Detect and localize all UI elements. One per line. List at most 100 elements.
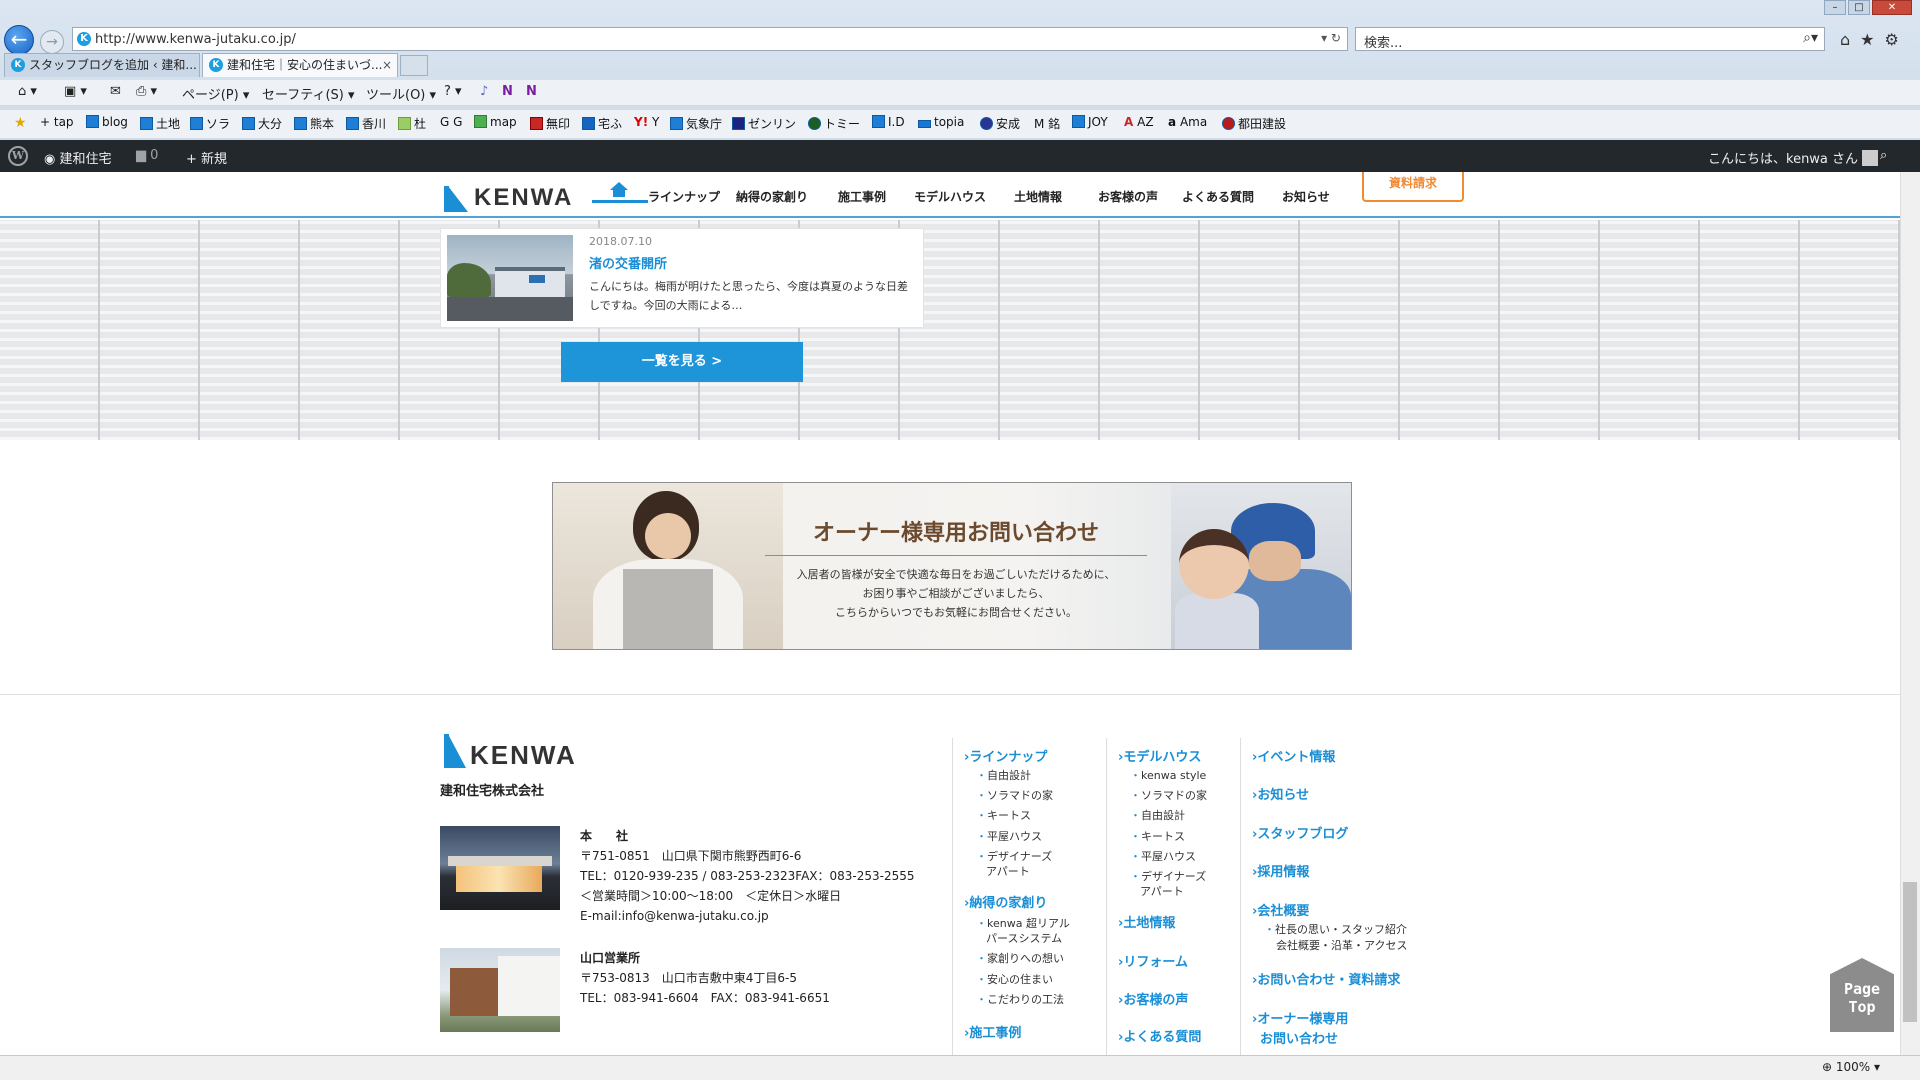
owner-contact-banner[interactable]: オーナー様専用お問い合わせ 入居者の皆様が安全で快適な毎日をお過ごしいただけるた… [552, 482, 1352, 650]
nav-news[interactable]: お知らせ [1282, 188, 1330, 205]
new-tab-button[interactable] [400, 55, 428, 76]
tab-close-icon[interactable]: × [382, 54, 392, 76]
onenote-send-icon[interactable]: N [526, 84, 537, 99]
footer-sublink[interactable]: ソラマドの家 [986, 788, 1053, 803]
refresh-icon[interactable]: ▾ ↻ [1321, 31, 1341, 45]
footer-sublink[interactable]: 平屋ハウス [1140, 849, 1196, 864]
footer-link-events[interactable]: ›イベント情報 [1252, 746, 1335, 765]
footer-link-works[interactable]: ›施工事例 [964, 1022, 1021, 1041]
footer-sublink-cont[interactable]: アパート [1140, 884, 1184, 899]
favorite-link[interactable]: 宅ふ [582, 115, 622, 132]
footer-sublink[interactable]: 自由設計 [986, 768, 1031, 783]
favorite-link[interactable]: 気象庁 [670, 115, 722, 132]
vertical-scrollbar[interactable] [1900, 172, 1920, 1055]
footer-link-owner-contact-cont[interactable]: お問い合わせ [1260, 1028, 1338, 1047]
nav-voice[interactable]: お客様の声 [1098, 188, 1158, 205]
page-top-button[interactable]: Page Top [1830, 958, 1894, 1032]
footer-link-lineup[interactable]: ›ラインナップ [964, 746, 1047, 765]
favorite-link[interactable]: 土地 [140, 115, 180, 132]
footer-sublink[interactable]: kenwa style [1140, 768, 1206, 783]
search-box[interactable]: 検索... ⌕▾ [1355, 27, 1825, 51]
home-icon[interactable]: ⌂ [1840, 30, 1850, 49]
footer-sublink[interactable]: キートス [986, 808, 1031, 823]
scrollbar-thumb[interactable] [1903, 882, 1917, 1022]
mail-icon[interactable]: ✉ [110, 84, 121, 99]
page-menu[interactable]: ページ(P) ▾ [182, 84, 249, 103]
zoom-control[interactable]: ⊕ 100% ▾ [1822, 1060, 1880, 1074]
favorite-link[interactable]: 安成 [980, 115, 1020, 132]
footer-link-owner-contact[interactable]: ›オーナー様専用 [1252, 1008, 1348, 1027]
footer-sublink-cont[interactable]: 会社概要・沿革・アクセス [1276, 938, 1407, 953]
nav-land[interactable]: 土地情報 [1014, 188, 1062, 205]
blog-title[interactable]: 渚の交番開所 [589, 253, 667, 272]
tab-kenwa-home[interactable]: K 建和住宅｜安心の住まいづ... × [202, 53, 398, 77]
nav-works[interactable]: 施工事例 [838, 188, 886, 205]
blog-thumbnail[interactable] [447, 235, 573, 321]
search-icon[interactable]: ⌕▾ [1803, 30, 1818, 46]
back-button[interactable]: ← [4, 25, 34, 55]
blog-card[interactable]: 2018.07.10 渚の交番開所 こんにちは。梅雨が明けたと思ったら、今度は真… [440, 228, 924, 328]
footer-link-faq[interactable]: ›よくある質問 [1118, 1026, 1201, 1045]
favorites-star-icon[interactable]: ★ [14, 115, 27, 131]
favorite-link[interactable]: Y! Y [634, 115, 659, 129]
footer-sublink[interactable]: 自由設計 [1140, 808, 1185, 823]
print-icon[interactable]: ⎙ ▾ [136, 84, 157, 99]
nav-housebuilding[interactable]: 納得の家創り [736, 188, 808, 205]
favorite-link[interactable]: 無印 [530, 115, 570, 132]
favorite-link[interactable]: JOY [1072, 115, 1108, 129]
favorite-link[interactable]: 香川 [346, 115, 386, 132]
tools-menu[interactable]: ツール(O) ▾ [366, 84, 436, 103]
footer-link-news[interactable]: ›お知らせ [1252, 784, 1309, 803]
footer-sublink[interactable]: 安心の住まい [986, 972, 1053, 987]
footer-logo[interactable]: KENWA [440, 734, 577, 768]
page-top-label[interactable]: Top [1830, 998, 1894, 1016]
footer-sublink[interactable]: キートス [1140, 829, 1185, 844]
favorite-link[interactable]: blog [86, 115, 128, 129]
favorite-link[interactable]: topia [918, 115, 964, 129]
favorite-link[interactable]: ソラ [190, 115, 230, 132]
help-icon[interactable]: ? ▾ [444, 84, 462, 99]
favorite-link[interactable]: ゼンリン [732, 115, 796, 132]
footer-link-housebuilding[interactable]: ›納得の家創り [964, 892, 1047, 911]
wp-account-link[interactable]: こんにちは、kenwa さん [1708, 148, 1879, 167]
favorite-link[interactable]: A AZ [1124, 115, 1154, 129]
forward-button[interactable]: → [40, 30, 64, 54]
address-url[interactable]: http://www.kenwa-jutaku.co.jp/ [95, 32, 296, 47]
footer-sublink[interactable]: kenwa 超リアル [986, 916, 1070, 931]
favorite-link[interactable]: a Ama [1168, 115, 1207, 129]
footer-sublink-cont[interactable]: アパート [986, 864, 1030, 879]
footer-sublink[interactable]: デザイナーズ [1140, 869, 1206, 884]
footer-link-reform[interactable]: ›リフォーム [1118, 951, 1188, 970]
wordpress-logo-icon[interactable]: W [8, 146, 28, 166]
footer-link-staff-blog[interactable]: ›スタッフブログ [1252, 823, 1348, 842]
maximize-icon[interactable]: □ [1848, 0, 1870, 15]
footer-sublink[interactable]: ソラマドの家 [1140, 788, 1207, 803]
wp-search-icon[interactable]: ⌕ [1880, 148, 1887, 163]
office-email[interactable]: E-mail:info@kenwa-jutaku.co.jp [580, 906, 915, 926]
favorites-star-icon[interactable]: ★ [1860, 30, 1874, 49]
safety-menu[interactable]: セーフティ(S) ▾ [262, 84, 355, 103]
footer-link-company[interactable]: ›会社概要 [1252, 900, 1309, 919]
nav-lineup[interactable]: ラインナップ [648, 188, 720, 205]
footer-sublink[interactable]: 社長の思い・スタッフ紹介 [1274, 922, 1407, 937]
page-top-label[interactable]: Page [1830, 980, 1894, 998]
favorite-link[interactable]: 杜 [398, 115, 426, 132]
document-request-button[interactable]: 資料請求 [1362, 172, 1464, 202]
footer-sublink-cont[interactable]: パースシステム [986, 931, 1062, 946]
favorite-link[interactable]: G G [440, 115, 462, 129]
home-menu-icon[interactable]: ⌂ ▾ [18, 84, 37, 99]
home-nav-icon[interactable] [610, 182, 628, 198]
favorite-link[interactable]: map [474, 115, 517, 129]
nav-faq[interactable]: よくある質問 [1182, 188, 1254, 205]
footer-sublink[interactable]: デザイナーズ [986, 849, 1052, 864]
close-icon[interactable]: ✕ [1872, 0, 1912, 15]
wp-comments-link[interactable]: ▆ 0 [136, 148, 158, 163]
tab-staff-blog[interactable]: K スタッフブログを追加 ‹ 建和... [4, 53, 200, 77]
favorite-link[interactable]: M 銘 [1034, 115, 1060, 132]
wp-site-link[interactable]: ◉ 建和住宅 [44, 148, 112, 167]
favorite-link[interactable]: トミー [808, 115, 860, 132]
settings-gear-icon[interactable]: ⚙ [1885, 30, 1899, 49]
wp-new-link[interactable]: + 新規 [186, 148, 227, 167]
footer-sublink[interactable]: こだわりの工法 [986, 992, 1064, 1007]
address-bar[interactable]: K http://www.kenwa-jutaku.co.jp/ ▾ ↻ [72, 27, 1348, 51]
